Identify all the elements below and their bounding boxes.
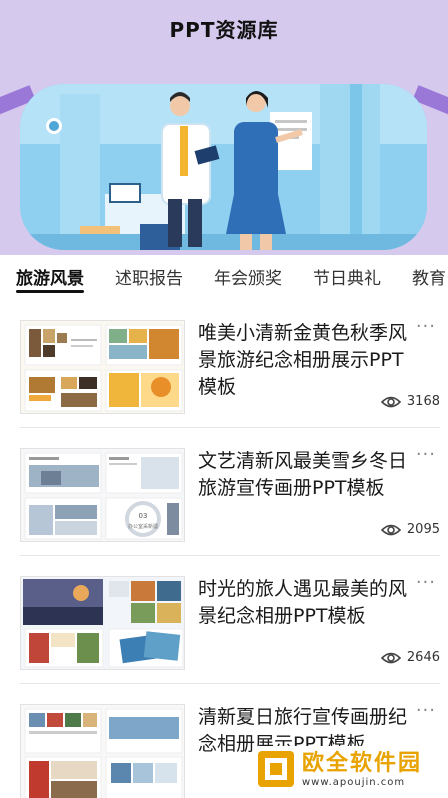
tab-active-indicator bbox=[16, 290, 84, 293]
more-options-icon[interactable]: ··· bbox=[416, 446, 436, 464]
view-count-value: 3168 bbox=[406, 394, 440, 409]
template-thumbnail bbox=[20, 704, 185, 798]
list-item[interactable]: 03 办公室采新疆 文艺清新风最美雪乡冬日旅游宣传画册PPT模板 ··· 209… bbox=[0, 428, 448, 556]
template-thumbnail: 03 办公室采新疆 bbox=[20, 448, 185, 542]
site-watermark: 欧全软件园 www.apoujin.com bbox=[252, 746, 442, 792]
banner-illustration bbox=[20, 84, 427, 250]
banner-carousel[interactable] bbox=[20, 84, 427, 250]
view-count: 2095 bbox=[380, 522, 440, 537]
list-item[interactable]: 唯美小清新金黄色秋季风景旅游纪念相册展示PPT模板 ··· 3168 bbox=[0, 300, 448, 428]
eye-icon bbox=[380, 396, 401, 407]
watermark-url: www.apoujin.com bbox=[302, 776, 406, 788]
template-title: 文艺清新风最美雪乡冬日旅游宣传画册PPT模板 bbox=[198, 450, 408, 499]
view-count: 2646 bbox=[380, 650, 440, 665]
thumb-caption: 办公室采新疆 bbox=[128, 523, 158, 530]
template-thumbnail bbox=[20, 320, 185, 414]
more-options-icon[interactable]: ··· bbox=[416, 574, 436, 592]
tab-festival-ceremony[interactable]: 节日典礼 bbox=[313, 264, 381, 289]
tab-education[interactable]: 教育 bbox=[412, 264, 446, 289]
view-count: 3168 bbox=[380, 394, 440, 409]
list-item[interactable]: 时光的旅人遇见最美的风景纪念相册PPT模板 ··· 2646 bbox=[0, 556, 448, 684]
watermark-logo-icon bbox=[258, 751, 294, 787]
more-options-icon[interactable]: ··· bbox=[416, 702, 436, 720]
template-title: 唯美小清新金黄色秋季风景旅游纪念相册展示PPT模板 bbox=[198, 322, 408, 398]
watermark-text: 欧全软件园 bbox=[302, 750, 423, 776]
tab-annual-awards[interactable]: 年会颁奖 bbox=[214, 264, 282, 289]
view-count-value: 2646 bbox=[406, 650, 440, 665]
page-title: PPT资源库 bbox=[169, 18, 279, 42]
template-title: 时光的旅人遇见最美的风景纪念相册PPT模板 bbox=[198, 578, 408, 627]
view-count-value: 2095 bbox=[406, 522, 440, 537]
more-options-icon[interactable]: ··· bbox=[416, 318, 436, 336]
template-thumbnail bbox=[20, 576, 185, 670]
eye-icon bbox=[380, 524, 401, 535]
eye-icon bbox=[380, 652, 401, 663]
thumb-number: 03 bbox=[139, 512, 148, 520]
tab-work-report[interactable]: 述职报告 bbox=[115, 264, 183, 289]
tab-travel-scenery[interactable]: 旅游风景 bbox=[16, 264, 84, 289]
